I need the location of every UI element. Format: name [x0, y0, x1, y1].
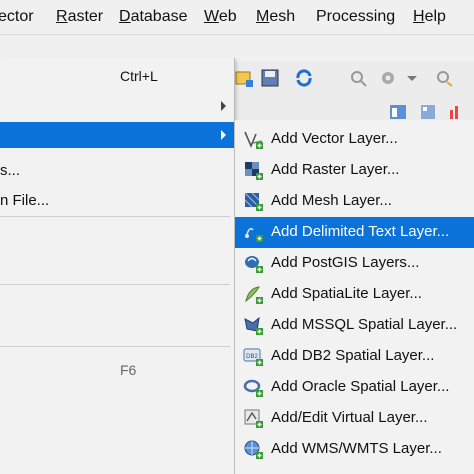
refresh-icon[interactable] [294, 68, 314, 88]
submenu-item-add-mesh-layer[interactable]: Add Mesh Layer... [235, 186, 474, 217]
submenu-item-add-db2-spatial-layer[interactable]: DB2 Add DB2 Spatial Layer... [235, 341, 474, 372]
menu-database-label: atabase [130, 8, 188, 25]
db2-icon: DB2 [243, 348, 263, 366]
submenu-item-add-spatialite-layer[interactable]: Add SpatiaLite Layer... [235, 279, 474, 310]
menu-help-mnemonic: H [413, 8, 425, 25]
menu-help[interactable]: Help [413, 8, 446, 26]
open-data-source-icon[interactable] [234, 68, 254, 88]
submenu-arrow-icon [221, 101, 226, 111]
menu-raster-mnemonic: R [56, 8, 68, 25]
menu-raster[interactable]: Raster [56, 8, 103, 26]
layer-menu-item-add-from-layer-definition-file[interactable]: n File... [0, 188, 234, 214]
raster-layer-icon [245, 162, 263, 180]
submenu-item-label: Add Vector Layer... [271, 130, 398, 147]
submenu-arrow-icon [221, 130, 226, 140]
identify-icon[interactable] [348, 68, 368, 88]
virtual-layer-icon [244, 409, 263, 428]
layer-menu: Ctrl+L s... n File... F6 [0, 58, 235, 474]
submenu-item-add-wms-wmts-layer[interactable]: Add WMS/WMTS Layer... [235, 434, 474, 465]
submenu-item-label: Add MSSQL Spatial Layer... [271, 316, 458, 333]
field-calculator-icon[interactable] [418, 102, 438, 122]
layer-menu-item-embed-layers[interactable]: s... [0, 158, 234, 184]
postgis-icon [245, 256, 263, 273]
submenu-item-label: Add DB2 Spatial Layer... [271, 347, 435, 364]
submenu-item-add-delimited-text-layer[interactable]: Add Delimited Text Layer... [235, 217, 474, 248]
save-project-icon[interactable] [260, 68, 280, 88]
menu-processing-label: Processing [316, 8, 396, 25]
attribute-table-icon[interactable] [388, 102, 408, 122]
chevron-down-icon[interactable] [402, 68, 422, 88]
menu-web-label: eb [218, 8, 237, 25]
submenu-item-add-edit-virtual-layer[interactable]: Add/Edit Virtual Layer... [235, 403, 474, 434]
menu-help-label: elp [424, 8, 446, 25]
submenu-item-label: Add Raster Layer... [271, 161, 400, 178]
layer-menu-item-create-layer[interactable] [0, 93, 234, 119]
menu-processing[interactable]: Processing [316, 8, 395, 26]
submenu-item-label: Add Oracle Spatial Layer... [271, 378, 450, 395]
menu-bar: ector Raster Database Web Mesh Processin… [0, 0, 474, 35]
menu-mesh-mnemonic: M [256, 8, 270, 25]
menu-database[interactable]: Database [119, 8, 188, 26]
submenu-item-label: Add Mesh Layer... [271, 192, 392, 209]
submenu-item-label: Add SpatiaLite Layer... [271, 285, 422, 302]
wms-icon [244, 440, 263, 459]
spatialite-icon [245, 286, 263, 304]
submenu-item-label: Add PostGIS Layers... [271, 254, 420, 271]
submenu-item-add-vector-layer[interactable]: Add Vector Layer... [235, 124, 474, 155]
select-feature-icon[interactable] [434, 68, 454, 88]
layer-menu-item-data-source-manager[interactable]: Ctrl+L [0, 64, 234, 90]
submenu-item-add-postgis-layers[interactable]: Add PostGIS Layers... [235, 248, 474, 279]
menu-separator [0, 346, 230, 347]
menu-separator [0, 216, 230, 217]
menu-item-label: s... [0, 162, 21, 179]
menu-database-mnemonic: D [119, 8, 131, 25]
menu-web-mnemonic: W [204, 8, 219, 25]
menu-vector[interactable]: ector [0, 8, 34, 26]
mesh-layer-icon [244, 192, 263, 211]
statistics-icon[interactable] [446, 102, 466, 122]
menu-mesh[interactable]: Mesh [256, 8, 295, 26]
layer-menu-item-open-attribute-table[interactable]: F6 [0, 358, 234, 384]
submenu-item-add-raster-layer[interactable]: Add Raster Layer... [235, 155, 474, 186]
add-layer-submenu: Add Vector Layer... Add Raster Layer... … [234, 120, 474, 474]
oracle-icon [243, 379, 263, 397]
submenu-item-label: Add Delimited Text Layer... [271, 223, 450, 240]
menu-web[interactable]: Web [204, 8, 237, 26]
submenu-item-label: Add WMS/WMTS Layer... [271, 440, 442, 457]
mssql-icon [244, 316, 263, 335]
shortcut-f6: F6 [120, 362, 137, 378]
shortcut-ctrl-l: Ctrl+L [120, 68, 158, 84]
submenu-item-label: Add/Edit Virtual Layer... [271, 409, 428, 426]
menu-raster-label: aster [67, 8, 104, 25]
submenu-item-add-mssql-spatial-layer[interactable]: Add MSSQL Spatial Layer... [235, 310, 474, 341]
menu-mesh-label: esh [269, 8, 296, 25]
submenu-item-add-oracle-spatial-layer[interactable]: Add Oracle Spatial Layer... [235, 372, 474, 403]
menu-vector-label: ector [0, 8, 34, 25]
delimited-text-icon [245, 227, 263, 242]
menu-separator [0, 284, 230, 285]
menu-item-label: n File... [0, 192, 50, 209]
settings-gear-icon[interactable] [378, 68, 398, 88]
layer-menu-item-add-layer[interactable] [0, 122, 234, 148]
vector-layer-icon [244, 131, 263, 149]
